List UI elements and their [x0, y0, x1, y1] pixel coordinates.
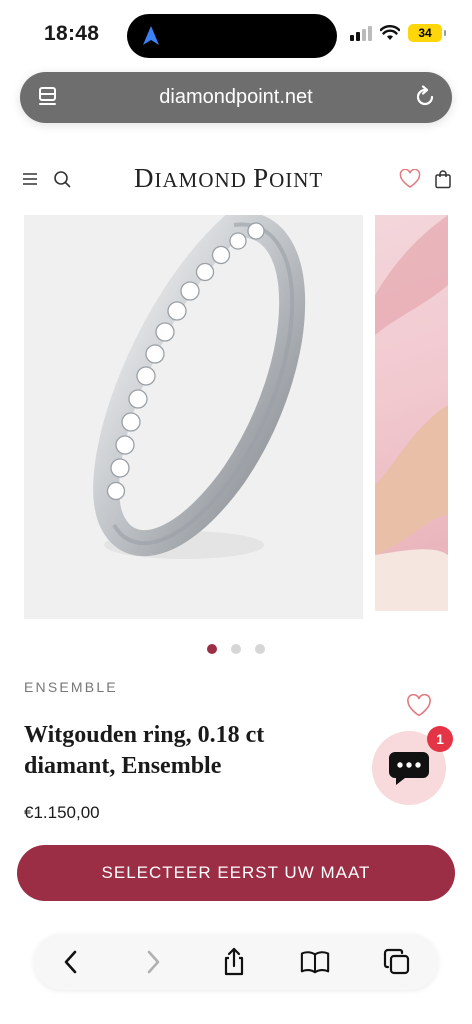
product-image-model[interactable] — [375, 215, 448, 611]
wifi-icon — [380, 25, 400, 40]
product-gallery[interactable] — [0, 215, 472, 620]
logo-word-2: OINT — [269, 168, 324, 192]
tabs-icon — [383, 948, 410, 975]
gallery-pagination — [0, 644, 472, 654]
bookmarks-icon — [300, 951, 330, 974]
forward-icon — [147, 950, 160, 974]
pagination-dot-3[interactable] — [255, 644, 265, 654]
wishlist-heart-icon[interactable] — [399, 169, 421, 189]
reload-icon[interactable] — [412, 84, 438, 110]
bookmarks-button[interactable] — [300, 947, 330, 977]
chat-icon — [389, 752, 429, 785]
forward-button[interactable] — [138, 947, 168, 977]
logo-initial-p: P — [253, 163, 270, 193]
pagination-dot-2[interactable] — [231, 644, 241, 654]
browser-toolbar — [34, 934, 438, 990]
pagination-dot-1[interactable] — [207, 644, 217, 654]
select-size-button[interactable]: SELECTEER EERST UW MAAT — [17, 845, 455, 901]
site-header: DIAMOND POINT — [0, 160, 472, 200]
back-button[interactable] — [56, 947, 86, 977]
product-brand[interactable]: ENSEMBLE — [24, 679, 118, 695]
status-indicators: 34 — [350, 24, 446, 42]
product-image-ring[interactable] — [24, 215, 363, 619]
hand-illustration — [375, 215, 448, 611]
tabs-overview-icon[interactable] — [36, 85, 60, 109]
share-icon — [224, 947, 244, 976]
battery-indicator: 34 — [408, 24, 446, 42]
add-to-wishlist-heart-icon[interactable] — [406, 694, 432, 718]
chat-unread-badge: 1 — [427, 726, 453, 752]
product-price: €1.150,00 — [24, 803, 100, 822]
back-icon — [64, 950, 77, 974]
logo-word-1: IAMOND — [154, 168, 254, 192]
address-bar[interactable]: diamondpoint.net — [20, 72, 452, 123]
dynamic-island — [127, 14, 337, 58]
share-button[interactable] — [219, 947, 249, 977]
search-icon[interactable] — [53, 170, 71, 188]
status-bar: 18:48 34 — [0, 0, 472, 64]
ring-illustration — [93, 215, 306, 559]
tabs-button[interactable] — [382, 947, 412, 977]
url-text[interactable]: diamondpoint.net — [159, 86, 312, 109]
menu-icon[interactable] — [22, 171, 38, 187]
navigation-arrow-icon — [143, 26, 159, 45]
bag-icon[interactable] — [434, 169, 452, 189]
site-logo[interactable]: DIAMOND POINT — [134, 163, 323, 194]
product-title: Witgouden ring, 0.18 ct diamant, Ensembl… — [24, 722, 265, 779]
status-time: 18:48 — [44, 22, 100, 45]
signal-icon — [350, 26, 372, 41]
logo-initial-d: D — [134, 163, 155, 193]
